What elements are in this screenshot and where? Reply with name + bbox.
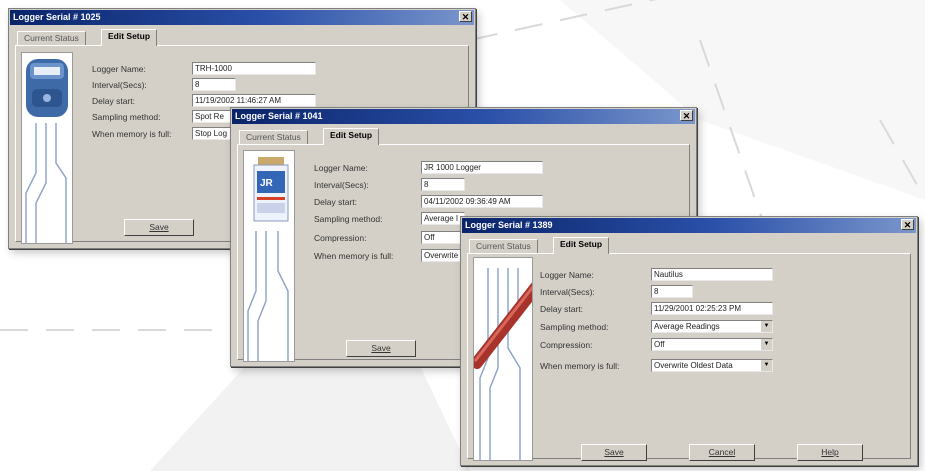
memory-full-select[interactable]: Overwrite Oldest Data ▼ xyxy=(651,359,773,372)
save-button[interactable]: Save xyxy=(124,219,194,236)
logger-name-label: Logger Name: xyxy=(540,270,594,280)
save-button-label: Save xyxy=(604,447,624,457)
memory-full-select[interactable]: Overwrite xyxy=(421,249,465,262)
sampling-method-select[interactable]: Average I xyxy=(421,212,465,225)
interval-label: Interval(Secs): xyxy=(92,80,147,90)
cancel-button[interactable]: Cancel xyxy=(689,444,755,461)
interval-field[interactable]: 8 xyxy=(192,78,236,91)
save-button[interactable]: Save xyxy=(581,444,647,461)
compression-select[interactable]: Off ▼ xyxy=(651,338,773,351)
help-button-label: Help xyxy=(821,447,839,457)
compression-label: Compression: xyxy=(314,233,367,243)
window-title-bar[interactable]: Logger Serial # 1041 ✕ xyxy=(232,109,695,124)
logger-device-image xyxy=(473,257,533,461)
delay-start-field[interactable]: 11/19/2002 11:46:27 AM xyxy=(192,94,316,107)
memory-full-value: Overwrite Oldest Data xyxy=(654,361,733,370)
dropdown-arrow-icon[interactable]: ▼ xyxy=(760,339,772,350)
tab-current-status[interactable]: Current Status xyxy=(17,31,86,45)
interval-field[interactable]: 8 xyxy=(651,285,693,298)
dropdown-arrow-icon[interactable]: ▼ xyxy=(760,321,772,332)
delay-start-label: Delay start: xyxy=(314,197,357,207)
tab-current-status[interactable]: Current Status xyxy=(239,130,308,144)
delay-start-field[interactable]: 04/11/2002 09:36:49 AM xyxy=(421,195,543,208)
window-title-bar[interactable]: Logger Serial # 1389 ✕ xyxy=(462,218,916,233)
tab-edit-setup[interactable]: Edit Setup xyxy=(101,29,158,46)
tab-edit-setup[interactable]: Edit Setup xyxy=(323,128,380,145)
logger-name-field[interactable]: Nautilus xyxy=(651,268,773,281)
save-button-label: Save xyxy=(371,343,391,353)
memory-full-label: When memory is full: xyxy=(314,251,394,261)
interval-label: Interval(Secs): xyxy=(314,180,369,190)
close-icon[interactable]: ✕ xyxy=(680,110,693,121)
tab-edit-setup[interactable]: Edit Setup xyxy=(553,237,610,254)
sampling-method-label: Sampling method: xyxy=(92,112,161,122)
logger-name-field[interactable]: JR 1000 Logger xyxy=(421,161,543,174)
interval-label: Interval(Secs): xyxy=(540,287,595,297)
cancel-button-label: Cancel xyxy=(708,447,736,457)
window-title: Logger Serial # 1025 xyxy=(13,12,101,22)
sampling-method-label: Sampling method: xyxy=(540,322,609,332)
close-icon[interactable]: ✕ xyxy=(459,11,472,22)
logger-name-label: Logger Name: xyxy=(314,163,368,173)
memory-full-label: When memory is full: xyxy=(92,129,172,139)
window-title: Logger Serial # 1041 xyxy=(235,111,323,121)
logger-name-field[interactable]: TRH-1000 xyxy=(192,62,316,75)
close-icon[interactable]: ✕ xyxy=(901,219,914,230)
sampling-method-select[interactable]: Average Readings ▼ xyxy=(651,320,773,333)
interval-field[interactable]: 8 xyxy=(421,178,465,191)
window-title-bar[interactable]: Logger Serial # 1025 ✕ xyxy=(10,10,474,25)
memory-full-select[interactable]: Stop Log xyxy=(192,127,232,140)
help-button[interactable]: Help xyxy=(797,444,863,461)
compression-label: Compression: xyxy=(540,340,593,350)
delay-start-label: Delay start: xyxy=(540,304,583,314)
delay-start-label: Delay start: xyxy=(92,96,135,106)
tab-current-status[interactable]: Current Status xyxy=(469,239,538,253)
window-title: Logger Serial # 1389 xyxy=(465,220,553,230)
sampling-method-label: Sampling method: xyxy=(314,214,383,224)
logger-device-image xyxy=(21,52,73,244)
save-button[interactable]: Save xyxy=(346,340,416,357)
compression-value: Off xyxy=(654,340,665,349)
logger-window-1389: Logger Serial # 1389 ✕ Current Status Ed… xyxy=(460,216,918,466)
delay-start-field[interactable]: 11/29/2001 02:25:23 PM xyxy=(651,302,773,315)
memory-full-label: When memory is full: xyxy=(540,361,620,371)
save-button-label: Save xyxy=(149,222,169,232)
sampling-method-select[interactable]: Spot Re xyxy=(192,110,232,123)
sampling-method-value: Average Readings xyxy=(654,322,720,331)
svg-text:JR: JR xyxy=(260,178,274,189)
compression-select[interactable]: Off xyxy=(421,231,465,244)
edit-setup-panel xyxy=(467,253,911,459)
logger-name-label: Logger Name: xyxy=(92,64,146,74)
logger-device-image: JR xyxy=(243,150,295,362)
dropdown-arrow-icon[interactable]: ▼ xyxy=(760,360,772,371)
